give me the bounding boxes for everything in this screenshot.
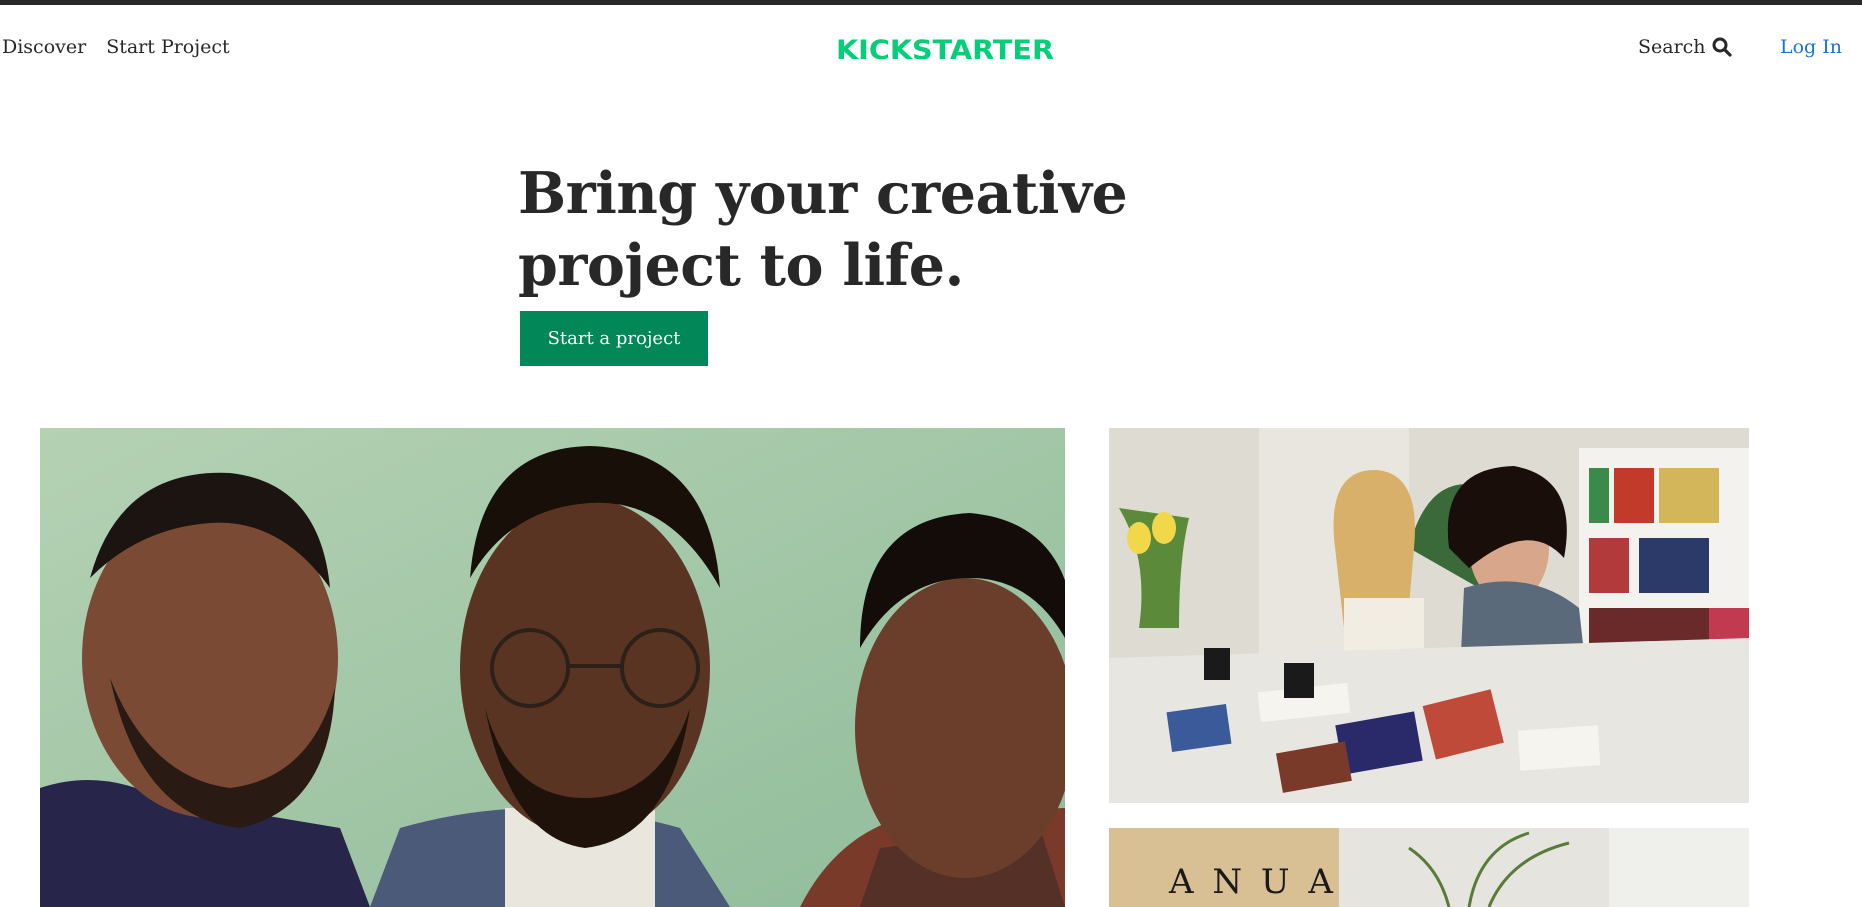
top-border <box>0 0 1862 5</box>
studio-illustration: A N U A <box>1109 828 1749 907</box>
primary-nav: Discover Start Project <box>2 36 230 58</box>
login-link[interactable]: Log In <box>1780 36 1842 58</box>
side-photo-studio[interactable]: A N U A <box>1109 828 1749 907</box>
hero-photo-portrait[interactable] <box>40 428 1065 907</box>
nav-discover-link[interactable]: Discover <box>2 36 86 58</box>
nav-start-project-link[interactable]: Start Project <box>106 36 229 58</box>
kickstarter-wordmark: KICKSTARTER <box>836 35 1054 66</box>
search-label: Search <box>1638 36 1706 58</box>
portrait-illustration <box>40 428 1065 907</box>
kickstarter-logo[interactable]: KICKSTARTER <box>836 34 1056 66</box>
studio-sign-text: A N U A <box>1168 862 1337 902</box>
workspace-illustration <box>1109 428 1749 803</box>
search-icon <box>1712 37 1732 57</box>
start-project-button[interactable]: Start a project <box>520 311 708 366</box>
hero-headline: Bring your creative project to life. <box>518 160 1128 299</box>
side-photo-workspace[interactable] <box>1109 428 1749 803</box>
search-button[interactable]: Search <box>1638 36 1732 58</box>
logo-text: KICKSTARTER <box>836 35 1054 66</box>
